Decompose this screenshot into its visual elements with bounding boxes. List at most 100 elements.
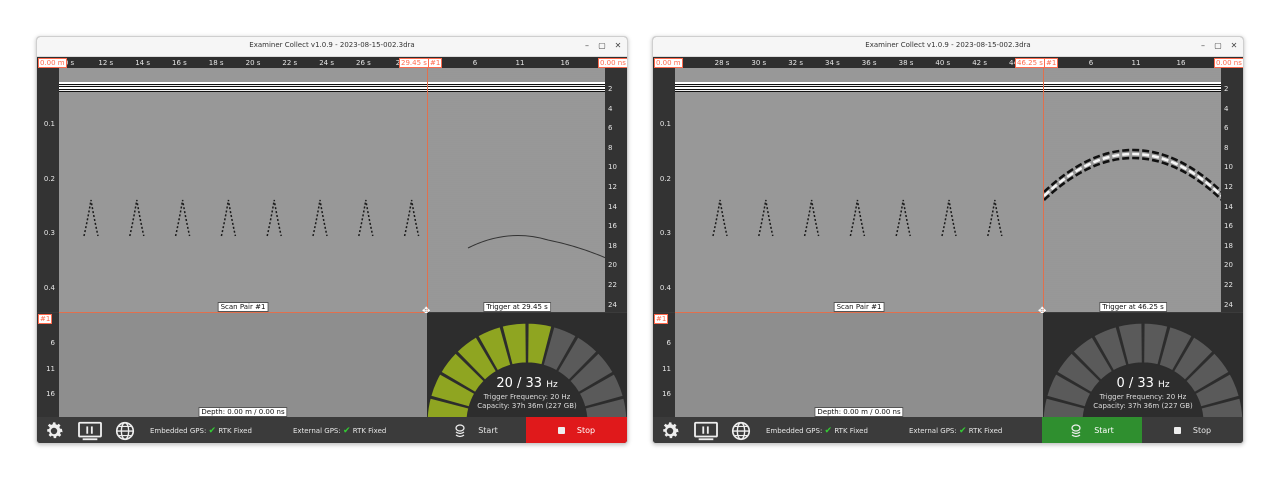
cursor-time-box: 46.25 s [1015, 58, 1045, 68]
hyperbola-trace [266, 199, 282, 237]
time-axis: 0 s12 s14 s16 s18 s20 s22 s24 s26 s28 0.… [37, 57, 627, 68]
ascan-reflection [1044, 152, 1222, 197]
time-tick: 28 s [714, 59, 730, 67]
rate-unit: Hz [1158, 380, 1170, 390]
lower-tick: 16 [662, 390, 671, 398]
rate-readout: 20 / 33 Hz [427, 376, 627, 391]
globe-icon[interactable] [730, 420, 752, 442]
ascan-reflection [467, 235, 606, 259]
title-bar: Examiner Collect v1.0.9 - 2023-08-15-002… [37, 37, 627, 57]
hyperbola-trace [220, 199, 237, 237]
ns-axis: 2 4 6 8 10 12 14 16 18 20 22 24 [1221, 68, 1243, 312]
ns-tick: 6 [608, 124, 613, 133]
scan-pair-label: Scan Pair #1 [833, 302, 885, 312]
hyperbola-trace [941, 199, 957, 237]
ns-tick: 2 [608, 85, 613, 93]
hyperbola-trace [758, 199, 774, 237]
globe-icon[interactable] [114, 420, 136, 442]
bscan-radargram[interactable]: Scan Pair #1 [59, 68, 427, 312]
display-icon[interactable] [77, 420, 103, 442]
start-button[interactable]: Start [426, 417, 526, 443]
time-tick: 20 s [245, 59, 261, 67]
ascan-panel[interactable]: Trigger at 29.45 s [427, 68, 606, 312]
ns-tick: 12 [1224, 183, 1233, 191]
depth-slice-panel[interactable]: Depth: 0.00 m / 0.00 ns [675, 313, 1043, 417]
ascan-tick: 6 [1088, 59, 1094, 67]
ascan-hyperbola [1044, 148, 1222, 201]
maximize-button[interactable]: ▢ [597, 41, 607, 51]
start-distance-box: 0.00 m [654, 58, 683, 68]
external-gps-status: RTK Fixed [968, 427, 1003, 435]
bscan-radargram[interactable]: Scan Pair #1 [675, 68, 1043, 312]
bottom-toolbar: Embedded GPS: ✔ RTK Fixed External GPS: … [653, 417, 1243, 443]
ns-tick: 18 [1224, 241, 1233, 250]
time-tick: 22 s [282, 59, 298, 67]
start-label: Start [1094, 426, 1114, 435]
start-label: Start [478, 426, 498, 435]
hyperbola-trace [312, 199, 328, 237]
rate-value: 0 / 33 [1116, 376, 1154, 391]
minimize-button[interactable]: – [582, 41, 592, 51]
ns-tick: 10 [608, 163, 617, 172]
stop-button[interactable]: Stop [526, 417, 627, 443]
rate-unit: Hz [546, 380, 558, 390]
ns-tick: 4 [608, 104, 613, 113]
depth-tick: 0.2 [659, 174, 671, 183]
ns-tick: 12 [608, 183, 617, 191]
depth-tick: 0.4 [43, 283, 55, 292]
time-tick: 12 s [98, 59, 114, 67]
depth-tick: 0.2 [43, 174, 55, 183]
settings-gear-icon[interactable] [659, 420, 681, 442]
ns-tick: 10 [1224, 163, 1233, 172]
display-icon[interactable] [693, 420, 719, 442]
ascan-tick: 16 [1176, 59, 1186, 67]
depth-label: Depth: 0.00 m / 0.00 ns [814, 407, 904, 417]
minimize-button[interactable]: – [1198, 41, 1208, 51]
ns-tick: 22 [1224, 281, 1233, 289]
ascan-range-box: 0.00 ns [598, 58, 627, 68]
depth-tick: 0.1 [659, 120, 671, 128]
trigger-label: Trigger at 29.45 s [483, 302, 551, 312]
rate-value: 20 / 33 [496, 376, 543, 391]
ascan-reflection [1044, 156, 1222, 201]
depth-label: Depth: 0.00 m / 0.00 ns [198, 407, 288, 417]
ns-tick: 14 [608, 202, 617, 211]
stop-button[interactable]: Stop [1142, 417, 1243, 443]
check-icon: ✔ [824, 426, 833, 436]
check-icon: ✔ [958, 426, 967, 436]
close-button[interactable]: ✕ [1229, 41, 1239, 51]
app-window: Examiner Collect v1.0.9 - 2023-08-15-002… [36, 36, 628, 444]
close-button[interactable]: ✕ [613, 41, 623, 51]
maximize-button[interactable]: ▢ [1213, 41, 1223, 51]
time-tick: 16 s [172, 59, 187, 67]
cursor-tag: #1 [1044, 58, 1059, 68]
depth-slice-panel[interactable]: Depth: 0.00 m / 0.00 ns [59, 313, 427, 417]
embedded-gps: Embedded GPS: ✔ RTK Fixed [766, 426, 868, 436]
external-gps-label: External GPS: [293, 427, 341, 435]
ns-tick: 6 [1224, 124, 1229, 133]
window-title: Examiner Collect v1.0.9 - 2023-08-15-002… [249, 41, 415, 49]
embedded-gps: Embedded GPS: ✔ RTK Fixed [150, 426, 252, 436]
trigger-gauge: 0 / 33 Hz Trigger Frequency: 20 Hz Capac… [1043, 313, 1243, 417]
cursor-tag: #1 [428, 58, 443, 68]
lower-tick: 11 [46, 364, 55, 373]
start-button[interactable]: Start [1042, 417, 1142, 443]
external-gps-label: External GPS: [909, 427, 957, 435]
trigger-label: Trigger at 46.25 s [1099, 302, 1167, 312]
external-gps: External GPS: ✔ RTK Fixed [909, 426, 1002, 436]
depth-axis: 0.1 0.2 0.3 0.4 [653, 68, 675, 312]
time-axis: 28 s30 s32 s34 s36 s38 s40 s42 s44 s 0.0… [653, 57, 1243, 68]
ns-tick: 24 [1224, 300, 1233, 309]
ascan-panel[interactable]: Trigger at 46.25 s [1043, 68, 1222, 312]
trigger-gauge: 20 / 33 Hz Trigger Frequency: 20 Hz Capa… [427, 313, 627, 417]
external-gps: External GPS: ✔ RTK Fixed [293, 426, 386, 436]
depth-tick: 0.3 [659, 229, 671, 237]
hyperbola-trace [403, 199, 420, 237]
time-tick: 36 s [861, 59, 877, 67]
satellite-dish-icon [455, 423, 465, 437]
lower-tick: 6 [50, 339, 55, 347]
time-tick: 24 s [319, 59, 334, 67]
hyperbola-trace [83, 199, 99, 237]
time-tick: 40 s [935, 59, 951, 67]
settings-gear-icon[interactable] [43, 420, 65, 442]
